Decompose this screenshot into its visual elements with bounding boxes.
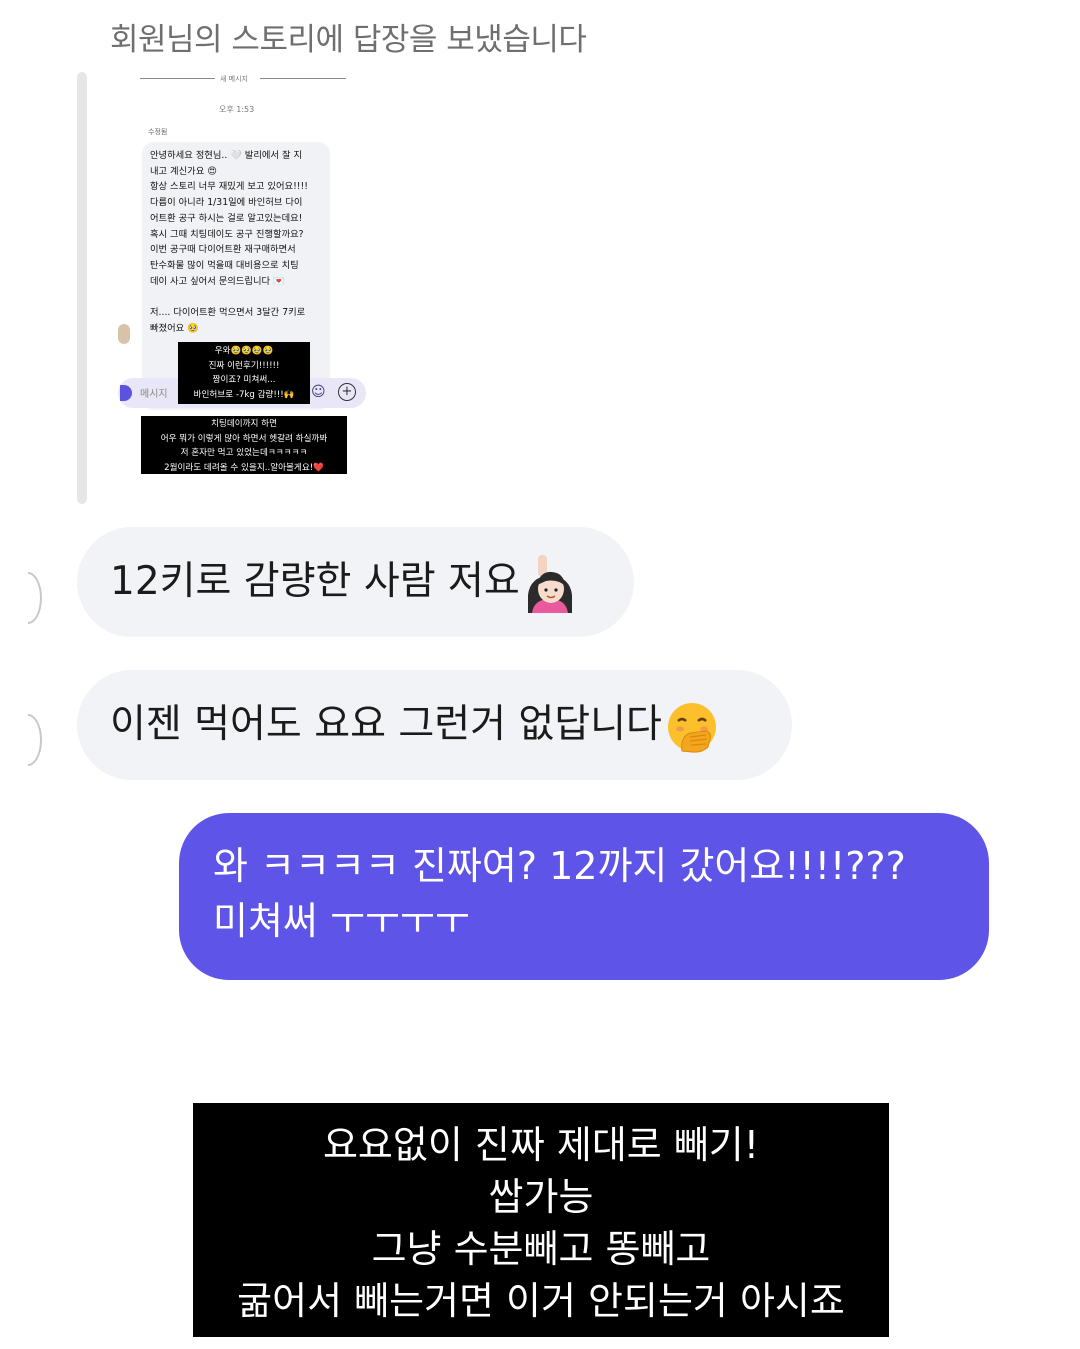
embedded-input-placeholder: 메시지 bbox=[140, 389, 168, 400]
embedded-caption-two: 치팅데이까지 하면 어우 뭐가 이렇게 많아 하면서 헷갈려 하실까봐 저 혼자… bbox=[141, 416, 347, 474]
hand-over-mouth-emoji-icon bbox=[667, 702, 716, 753]
divider-line bbox=[260, 78, 346, 79]
avatar bbox=[28, 572, 42, 624]
embedded-avatar bbox=[118, 324, 130, 344]
story-caption-box: 요요없이 진짜 제대로 빼기! 쌉가능 그냥 수분빼고 똥빼고 굶어서 빼는거면… bbox=[193, 1103, 889, 1337]
embedded-story-screenshot[interactable]: 새 메시지 오후 1:53 수정됨 안녕하세요 정현님.. 🤍 발리에서 잘 지… bbox=[92, 70, 382, 500]
sticker-icon: ☺ bbox=[311, 384, 326, 400]
avatar bbox=[28, 714, 42, 766]
divider-line bbox=[140, 78, 215, 79]
embedded-caption-one: 우와🥹🥹🥹🥹 진짜 이런후기!!!!!! 짱이죠? 미쳐써... 바인허브로 -… bbox=[178, 342, 310, 404]
new-message-divider-label: 새 메시지 bbox=[220, 75, 248, 83]
sent-message[interactable]: 와 ㅋㅋㅋㅋ 진짜여? 12까지 갔어요!!!!??? 미쳐써 ㅜㅜㅜㅜ bbox=[179, 813, 989, 980]
received-message[interactable]: 이젠 먹어도 요요 그런거 없답니다 bbox=[77, 670, 792, 780]
camera-icon bbox=[120, 385, 132, 401]
quote-bar bbox=[77, 72, 87, 504]
message-text: 12키로 감량한 사람 저요 bbox=[110, 559, 520, 604]
story-reply-header: 회원님의 스토리에 답장을 보냈습니다 bbox=[110, 22, 587, 58]
message-text: 이젠 먹어도 요요 그런거 없답니다 bbox=[110, 702, 662, 747]
received-message[interactable]: 12키로 감량한 사람 저요 bbox=[77, 527, 634, 637]
raising-hand-emoji-icon bbox=[527, 554, 572, 613]
embedded-sender-name: 수정됨 bbox=[148, 128, 168, 136]
embedded-timestamp: 오후 1:53 bbox=[219, 105, 255, 114]
plus-icon: + bbox=[338, 383, 356, 401]
